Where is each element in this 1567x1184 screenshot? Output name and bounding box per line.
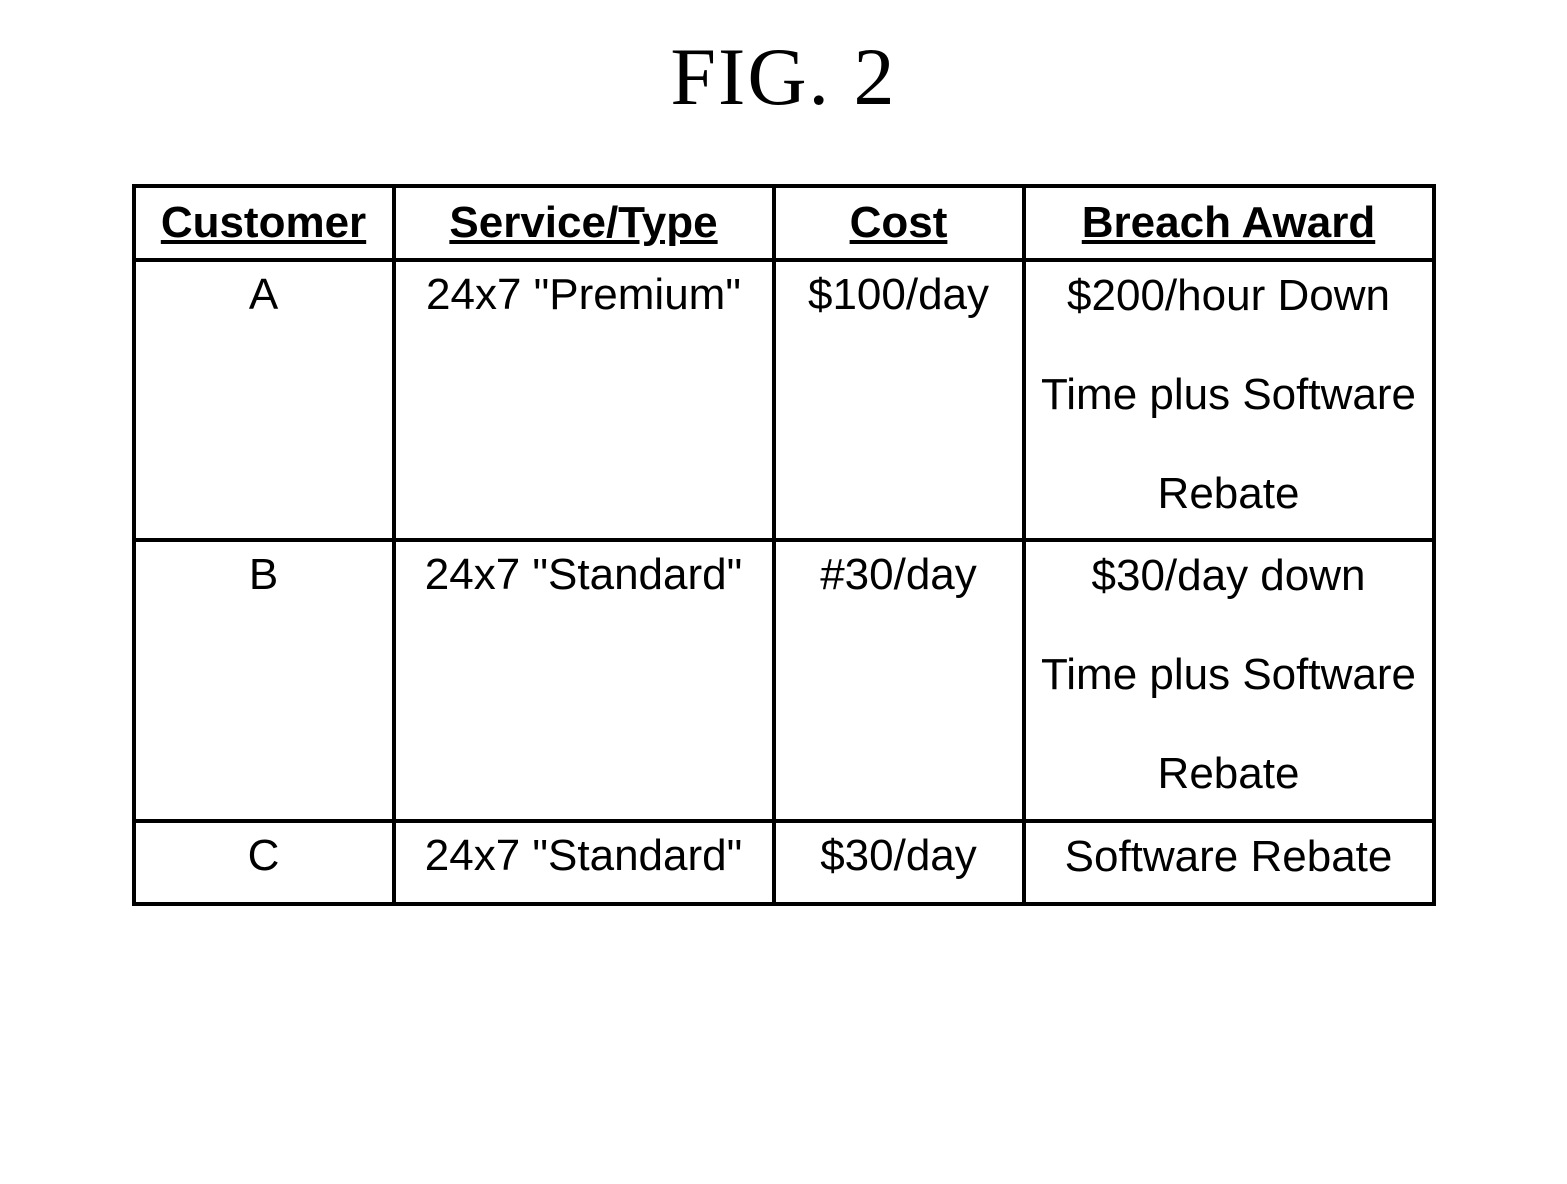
spacer (1040, 422, 1418, 468)
breach-line: Time plus Software (1040, 649, 1418, 702)
table-container: Customer Service/Type Cost Breach Award … (0, 184, 1567, 906)
breach-line: $200/hour Down (1040, 270, 1418, 323)
cell-customer: B (134, 540, 394, 820)
cell-customer: C (134, 821, 394, 904)
table-body: A 24x7 "Premium" $100/day $200/hour Down… (134, 260, 1434, 904)
header-cost: Cost (774, 186, 1024, 260)
cell-service: 24x7 "Standard" (394, 821, 774, 904)
sla-table: Customer Service/Type Cost Breach Award … (132, 184, 1436, 906)
cell-breach: Software Rebate (1024, 821, 1434, 904)
breach-line: Software Rebate (1040, 831, 1418, 884)
header-customer: Customer (134, 186, 394, 260)
header-service: Service/Type (394, 186, 774, 260)
breach-line: Time plus Software (1040, 369, 1418, 422)
spacer (1040, 603, 1418, 649)
table-row: C 24x7 "Standard" $30/day Software Rebat… (134, 821, 1434, 904)
cell-cost: $30/day (774, 821, 1024, 904)
spacer (1040, 702, 1418, 748)
breach-line: $30/day down (1040, 550, 1418, 603)
cell-customer: A (134, 260, 394, 540)
spacer (1040, 323, 1418, 369)
breach-line: Rebate (1040, 748, 1418, 801)
cell-breach: $200/hour Down Time plus Software Rebate (1024, 260, 1434, 540)
table-row: A 24x7 "Premium" $100/day $200/hour Down… (134, 260, 1434, 540)
page: FIG. 2 Customer Service/Type Cost Breach… (0, 0, 1567, 1184)
table-row: B 24x7 "Standard" #30/day $30/day down T… (134, 540, 1434, 820)
cell-breach: $30/day down Time plus Software Rebate (1024, 540, 1434, 820)
cell-service: 24x7 "Premium" (394, 260, 774, 540)
breach-line: Rebate (1040, 468, 1418, 521)
figure-label: FIG. 2 (0, 30, 1567, 124)
table-header-row: Customer Service/Type Cost Breach Award (134, 186, 1434, 260)
cell-service: 24x7 "Standard" (394, 540, 774, 820)
cell-cost: $100/day (774, 260, 1024, 540)
cell-cost: #30/day (774, 540, 1024, 820)
header-breach: Breach Award (1024, 186, 1434, 260)
